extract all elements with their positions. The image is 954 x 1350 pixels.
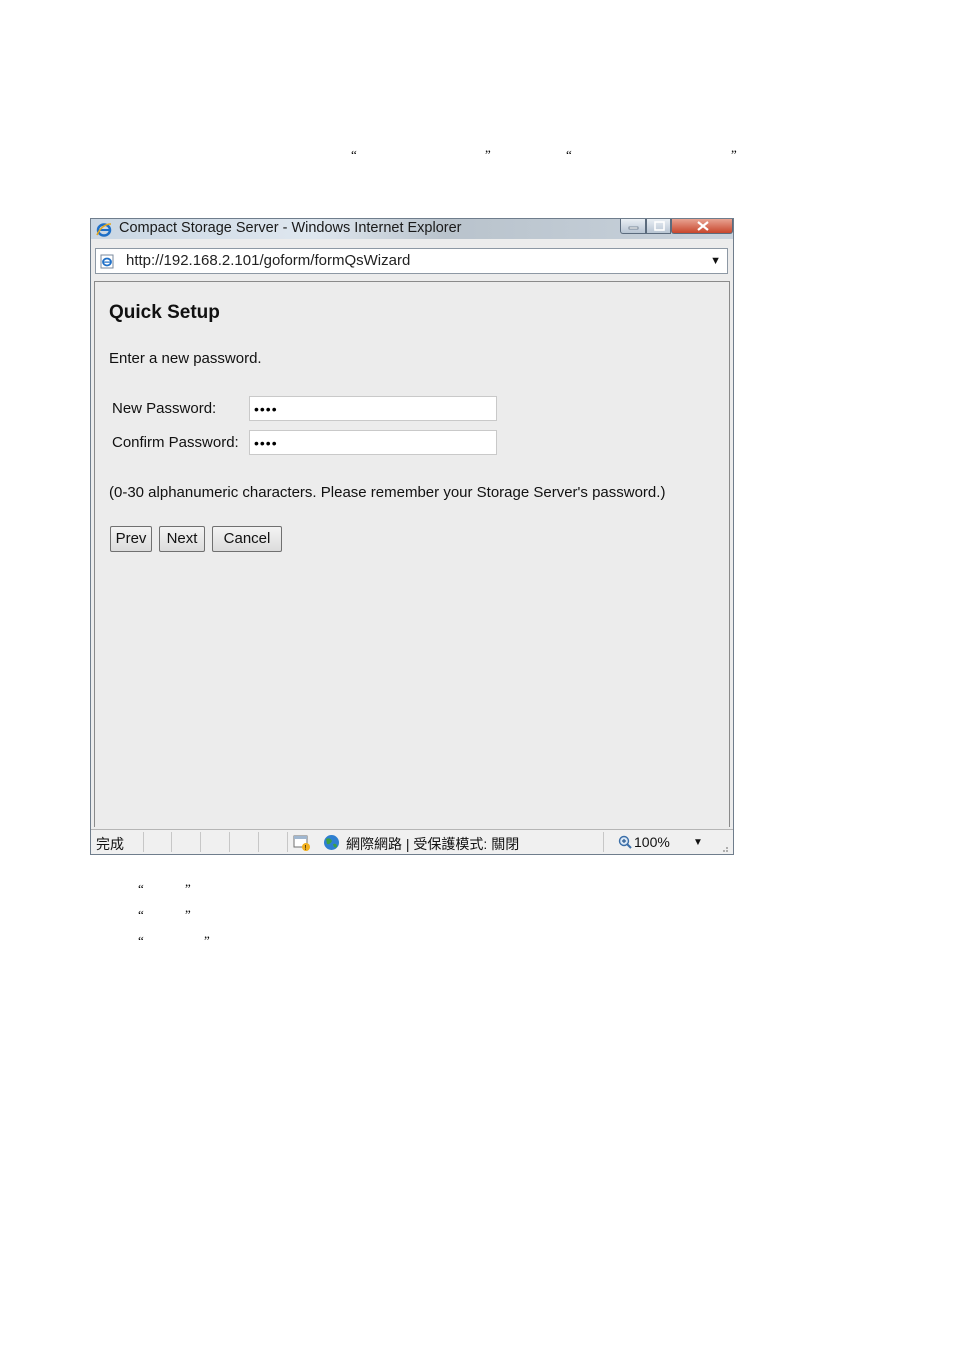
- doc-quote-close-3: ”: [185, 881, 191, 896]
- status-divider: [603, 832, 604, 852]
- status-divider: [200, 832, 201, 852]
- security-report-icon[interactable]: !: [293, 835, 311, 851]
- security-zone-text: 網際網路 | 受保護模式: 關閉: [346, 836, 520, 852]
- maximize-icon: [654, 221, 665, 231]
- status-divider: [171, 832, 172, 852]
- browser-window: Compact Storage Server - Windows Interne…: [90, 218, 734, 855]
- doc-quote-open-3: “: [138, 881, 144, 896]
- doc-quote-close-4: ”: [185, 907, 191, 922]
- password-hint: (0-30 alphanumeric characters. Please re…: [109, 484, 666, 501]
- doc-quote-open-1: “: [351, 147, 357, 162]
- doc-quote-close-5: ”: [204, 933, 210, 948]
- doc-quote-open-4: “: [138, 907, 144, 922]
- url-text[interactable]: http://192.168.2.101/goform/formQsWizard: [126, 252, 410, 269]
- minimize-button[interactable]: [620, 219, 646, 234]
- resize-grip-icon[interactable]: [719, 843, 729, 853]
- status-text: 完成: [96, 836, 124, 852]
- minimize-icon: [628, 226, 639, 230]
- zoom-dropdown-icon[interactable]: ▼: [693, 837, 703, 848]
- ie-logo-icon: [96, 223, 112, 237]
- title-bar[interactable]: Compact Storage Server - Windows Interne…: [91, 219, 733, 239]
- zoom-level[interactable]: 100%: [634, 834, 670, 850]
- page-icon: [100, 254, 114, 269]
- intro-text: Enter a new password.: [109, 350, 262, 367]
- close-button[interactable]: [671, 219, 733, 234]
- prev-button[interactable]: Prev: [110, 526, 152, 552]
- zoom-icon[interactable]: [617, 835, 633, 851]
- status-divider: [229, 832, 230, 852]
- dropdown-arrow-icon[interactable]: ▼: [710, 255, 721, 267]
- window-title: Compact Storage Server - Windows Interne…: [119, 220, 462, 236]
- maximize-button[interactable]: [646, 219, 671, 234]
- close-icon: [697, 221, 709, 231]
- confirm-password-label: Confirm Password:: [112, 434, 239, 451]
- next-button[interactable]: Next: [159, 526, 205, 552]
- doc-quote-close-1: ”: [485, 147, 491, 162]
- page-title: Quick Setup: [109, 302, 220, 323]
- status-divider: [258, 832, 259, 852]
- globe-icon: [324, 835, 339, 850]
- doc-quote-close-2: ”: [731, 147, 737, 162]
- status-bar: 完成 ! 網際網路 | 受保護模式: 關閉 100% ▼: [91, 829, 733, 854]
- confirm-password-field[interactable]: ••••: [249, 430, 497, 455]
- doc-quote-open-2: “: [566, 147, 572, 162]
- page-content: Quick Setup Enter a new password. New Pa…: [94, 281, 730, 827]
- new-password-label: New Password:: [112, 400, 217, 417]
- status-divider: [287, 832, 288, 852]
- doc-quote-open-5: “: [138, 933, 144, 948]
- cancel-button[interactable]: Cancel: [212, 526, 282, 552]
- address-bar[interactable]: http://192.168.2.101/goform/formQsWizard…: [95, 248, 728, 274]
- status-divider: [143, 832, 144, 852]
- svg-text:!: !: [305, 845, 307, 851]
- new-password-field[interactable]: ••••: [249, 396, 497, 421]
